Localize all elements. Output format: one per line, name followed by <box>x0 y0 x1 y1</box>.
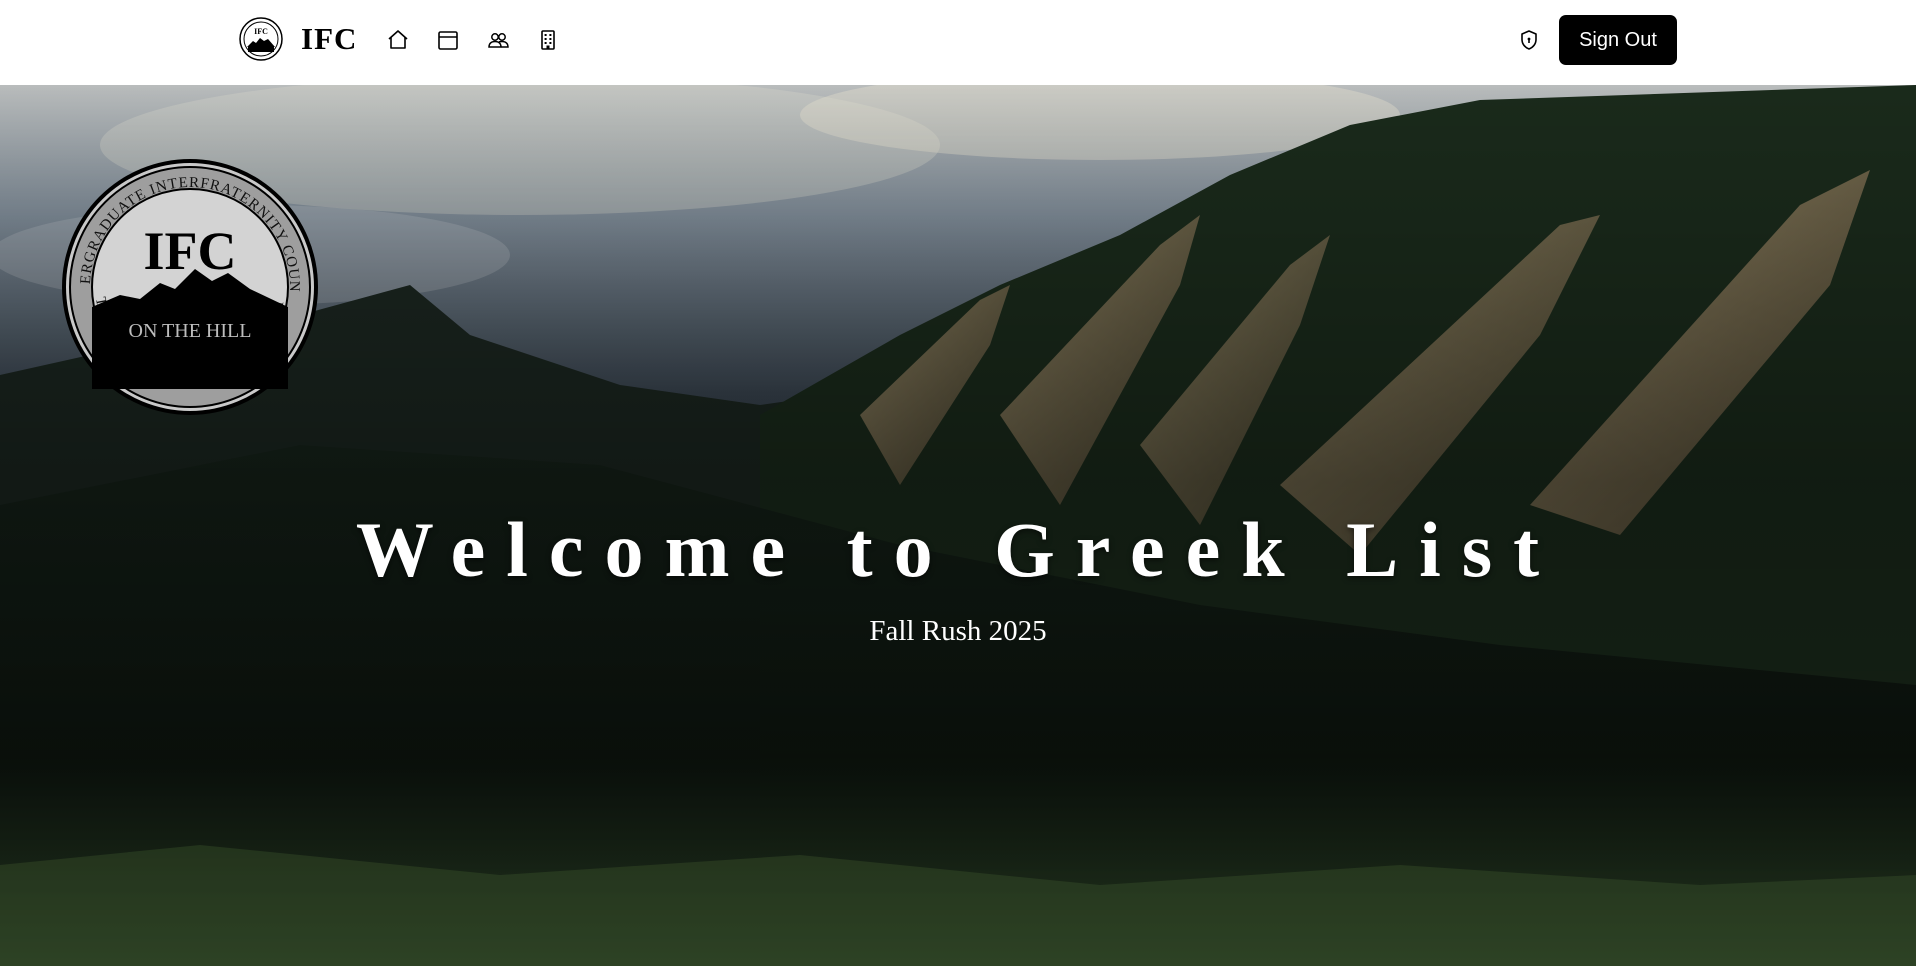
calendar-icon[interactable] <box>436 28 460 52</box>
users-icon[interactable] <box>486 28 510 52</box>
home-icon[interactable] <box>386 28 410 52</box>
brand-name[interactable]: IFC <box>301 21 357 57</box>
sign-out-button[interactable]: Sign Out <box>1559 15 1677 65</box>
hero-subtitle: Fall Rush 2025 <box>869 615 1047 647</box>
seal-center-text: IFC <box>144 221 237 281</box>
nav-logo-text: IFC <box>254 27 268 36</box>
hero-banner: UNDERGRADUATE INTERFRATERNITY COUNCIL AT… <box>0 85 1916 966</box>
ifc-logo[interactable]: IFC <box>239 17 283 61</box>
seal-banner-text: ON THE HILL <box>129 320 252 342</box>
top-navbar: IFC IFC Sign Out <box>0 0 1916 85</box>
shield-icon[interactable] <box>1517 28 1541 52</box>
ifc-seal-logo: UNDERGRADUATE INTERFRATERNITY COUNCIL AT… <box>60 157 318 415</box>
hero-title: Welcome to Greek List <box>355 506 1561 593</box>
building-icon[interactable] <box>536 28 560 52</box>
